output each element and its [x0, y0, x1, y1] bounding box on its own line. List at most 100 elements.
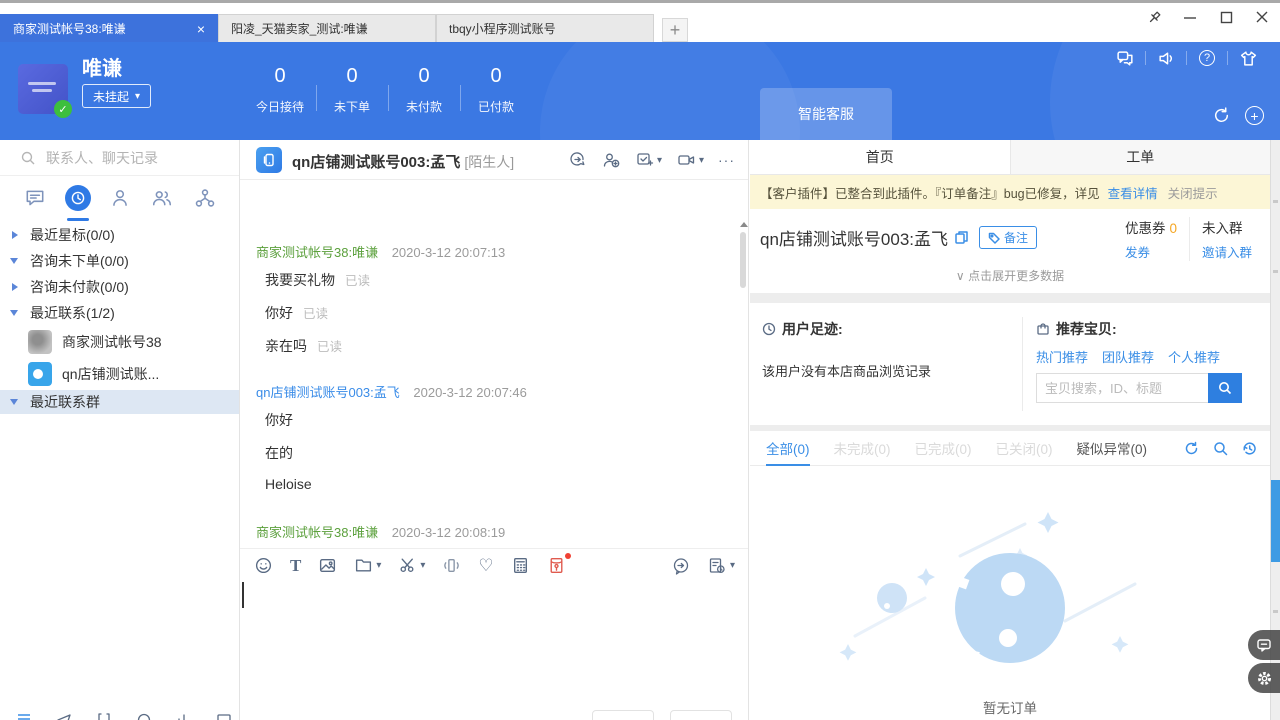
video-dropdown[interactable]: ▾ — [672, 150, 708, 170]
file-dropdown[interactable]: ▾ — [354, 556, 381, 575]
floating-settings-button[interactable] — [1248, 663, 1280, 693]
invite-group-link[interactable]: 邀请入群 — [1202, 242, 1252, 261]
screenshot-dropdown[interactable]: ▾ — [398, 556, 425, 575]
app-tab-active[interactable]: 商家测试帐号38:唯谦 × — [0, 14, 218, 42]
emoji-icon[interactable] — [254, 556, 273, 575]
expand-more-button[interactable]: ∨ 点击展开更多数据 — [750, 267, 1270, 284]
circle-icon[interactable] — [136, 712, 152, 720]
search-input[interactable] — [46, 150, 216, 166]
history-icon[interactable] — [1241, 440, 1258, 457]
avatar[interactable]: ✓ — [18, 64, 68, 114]
tab-conversations-icon[interactable] — [20, 183, 50, 213]
stat-no-order[interactable]: 0 未下单 — [316, 64, 388, 115]
message-line: 在的 — [265, 443, 293, 463]
add-plugin-icon[interactable]: + — [1245, 106, 1264, 125]
app-tabbar: 商家测试帐号38:唯谦 × 阳凌_天猫卖家_测试:唯谦 tbqy小程序测试账号 … — [0, 14, 688, 42]
chat-scrollbar[interactable] — [738, 222, 748, 548]
app-tab-3[interactable]: tbqy小程序测试账号 — [436, 14, 654, 42]
calculator-icon[interactable] — [511, 556, 530, 575]
close-chat-button[interactable] — [592, 710, 654, 720]
tree-group-recent[interactable]: 最近联系(1/2) — [0, 300, 240, 326]
titlebar: 商家测试帐号38:唯谦 × 阳凌_天猫卖家_测试:唯谦 tbqy小程序测试账号 … — [0, 3, 1280, 42]
transfer-chat-icon[interactable] — [563, 150, 591, 170]
item-search — [1036, 373, 1242, 403]
send-icon[interactable] — [56, 712, 72, 720]
order-tab-all[interactable]: 全部(0) — [766, 431, 810, 466]
red-envelope-icon[interactable] — [547, 556, 566, 575]
new-tab-button[interactable]: + — [662, 18, 688, 42]
footprint-empty-text: 该用户没有本店商品浏览记录 — [762, 361, 931, 380]
chart-icon[interactable] — [176, 712, 192, 720]
image-icon[interactable] — [318, 556, 337, 575]
stat-today[interactable]: 0 今日接待 — [244, 64, 316, 115]
tree-group-unpaid[interactable]: 咨询未付款(0/0) — [0, 274, 240, 300]
order-tab-unfinished[interactable]: 未完成(0) — [834, 431, 891, 466]
chat-panel: qn店铺测试账号003:孟飞[陌生人] ▾ ▾ ··· 商家测试帐号38: — [240, 140, 749, 720]
chat-toolbar: T ▾ ▾ ♡ — [240, 548, 749, 582]
tab-groups-icon[interactable] — [147, 183, 177, 213]
tree-group-starred[interactable]: 最近星标(0/0) — [0, 222, 240, 248]
order-tab-abnormal[interactable]: 疑似异常(0) — [1077, 431, 1148, 466]
panel-actions: + — [1212, 106, 1264, 125]
personal-recommend-link[interactable]: 个人推荐 — [1168, 347, 1220, 366]
brackets-icon[interactable] — [96, 712, 112, 720]
tab-recent-icon[interactable] — [63, 183, 93, 213]
tab-home[interactable]: 首页 — [750, 140, 1010, 174]
maximize-icon[interactable] — [1218, 9, 1234, 25]
add-person-icon[interactable] — [597, 150, 625, 170]
tab-smart-service[interactable]: 智能客服 — [760, 88, 892, 140]
message-sender: qn店铺测试账号003:孟飞 2020-3-12 20:07:46 — [256, 382, 527, 401]
note-button[interactable]: 备注 — [979, 226, 1037, 249]
refresh-icon[interactable] — [1183, 440, 1200, 457]
hot-recommend-link[interactable]: 热门推荐 — [1036, 347, 1088, 366]
search-icon[interactable] — [1212, 440, 1229, 457]
quick-reply-icon[interactable] — [671, 556, 691, 576]
tree-group-no-order[interactable]: 咨询未下单(0/0) — [0, 248, 240, 274]
tab-workorder[interactable]: 工单 — [1010, 140, 1271, 174]
section-divider — [750, 293, 1270, 303]
team-recommend-link[interactable]: 团队推荐 — [1102, 347, 1154, 366]
message-input[interactable] — [240, 582, 749, 720]
buzz-icon[interactable] — [442, 556, 461, 575]
sound-icon[interactable] — [1156, 48, 1176, 68]
tab-contacts-icon[interactable] — [105, 183, 135, 213]
send-button[interactable] — [670, 710, 732, 720]
tab-close-icon[interactable]: × — [197, 21, 205, 37]
menu-icon[interactable] — [16, 712, 32, 720]
pin-icon[interactable] — [1146, 9, 1162, 25]
sidebar-nav-tabs — [0, 176, 240, 220]
send-coupon-link[interactable]: 发券 — [1125, 242, 1177, 261]
view-details-link[interactable]: 查看详情 — [1108, 183, 1158, 202]
more-icon[interactable]: ··· — [714, 152, 739, 168]
side-strip-highlight — [1271, 480, 1280, 562]
text-format-icon[interactable]: T — [290, 556, 301, 576]
status-dropdown[interactable]: 未挂起 ▾ — [82, 84, 151, 108]
skin-icon[interactable] — [1238, 48, 1258, 68]
stat-unpaid[interactable]: 0 未付款 — [388, 64, 460, 115]
favorite-icon[interactable]: ♡ — [478, 556, 493, 576]
chat-actions: ▾ ▾ ··· — [563, 150, 739, 170]
tree-group-recent-groups[interactable]: 最近联系群 — [0, 390, 240, 414]
app-tab-2[interactable]: 阳凌_天猫卖家_测试:唯谦 — [218, 14, 436, 42]
item-search-input[interactable] — [1036, 373, 1208, 403]
stat-paid[interactable]: 0 已付款 — [460, 64, 532, 115]
refresh-icon[interactable] — [1212, 106, 1231, 125]
copy-icon[interactable] — [954, 230, 969, 245]
tab-org-icon[interactable] — [190, 183, 220, 213]
arrow-expanded-icon — [10, 310, 18, 316]
close-icon[interactable] — [1254, 9, 1270, 25]
conversations-icon[interactable] — [1115, 48, 1135, 68]
chat-history-dropdown[interactable]: ▾ — [707, 556, 735, 576]
floating-chat-button[interactable] — [1248, 630, 1280, 660]
help-icon[interactable]: ? — [1197, 48, 1217, 68]
message-line: 我要买礼物已读 — [265, 270, 370, 290]
task-dropdown[interactable]: ▾ — [631, 150, 666, 170]
order-tab-closed[interactable]: 已关闭(0) — [996, 431, 1053, 466]
dismiss-notice-link[interactable]: 关闭提示 — [1168, 183, 1218, 202]
minimize-icon[interactable] — [1182, 9, 1198, 25]
monitor-icon[interactable] — [216, 712, 232, 720]
item-search-button[interactable] — [1208, 373, 1242, 403]
contact-item[interactable]: 商家测试帐号38 — [0, 326, 240, 358]
contact-item[interactable]: qn店铺测试账... — [0, 358, 240, 390]
order-tab-finished[interactable]: 已完成(0) — [915, 431, 972, 466]
